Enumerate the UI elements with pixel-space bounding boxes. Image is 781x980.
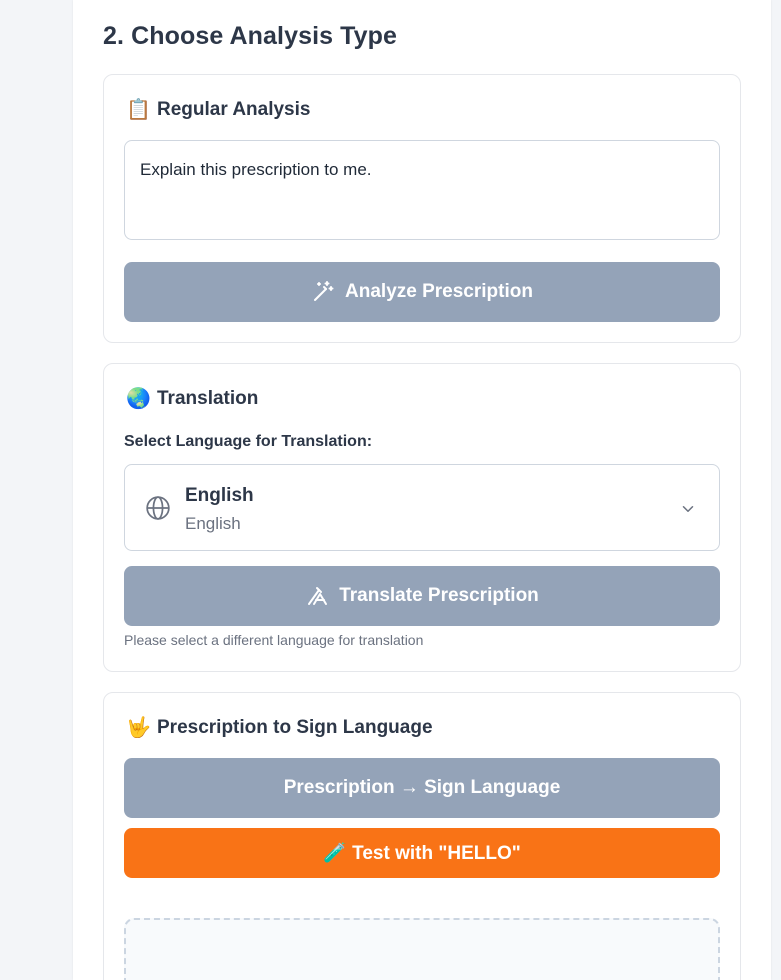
sign-output-area	[124, 918, 720, 980]
question-textarea[interactable]: Explain this prescription to me.	[124, 140, 720, 240]
regular-analysis-header: 📋 Regular Analysis	[126, 99, 310, 121]
translation-card: 🌏 Translation Select Language for Transl…	[103, 363, 741, 672]
selected-language-native: English	[185, 514, 241, 533]
wand-icon	[311, 280, 335, 304]
globe-icon	[145, 495, 171, 526]
translation-hint: Please select a different language for t…	[124, 632, 424, 648]
language-select[interactable]: English English	[124, 464, 720, 551]
clipboard-icon: 📋	[126, 99, 151, 121]
globe-emoji-icon: 🌏	[126, 388, 151, 410]
sign-language-header: 🤟 Prescription to Sign Language	[126, 717, 433, 739]
sign-language-title: Prescription to Sign Language	[157, 717, 433, 738]
sign-language-card: 🤟 Prescription to Sign Language Prescrip…	[103, 692, 741, 980]
regular-analysis-title: Regular Analysis	[157, 99, 311, 120]
analysis-panel: 2. Choose Analysis Type 📋 Regular Analys…	[73, 0, 771, 980]
test-hello-button[interactable]: 🧪 Test with "HELLO"	[124, 828, 720, 878]
regular-analysis-card: 📋 Regular Analysis Explain this prescrip…	[103, 74, 741, 343]
language-select-label: Select Language for Translation:	[124, 433, 373, 450]
sign-language-button[interactable]: Prescription → Sign Language	[124, 758, 720, 818]
translate-prescription-button[interactable]: Translate Prescription	[124, 566, 720, 626]
selected-language: English	[185, 485, 254, 506]
translate-prescription-label: Translate Prescription	[339, 585, 539, 606]
sign-hand-icon: 🤟	[126, 717, 151, 739]
translation-header: 🌏 Translation	[126, 388, 258, 410]
analyze-prescription-button[interactable]: Analyze Prescription	[124, 262, 720, 322]
analyze-prescription-label: Analyze Prescription	[345, 281, 533, 302]
chevron-down-icon	[679, 500, 697, 523]
translation-title: Translation	[157, 388, 259, 409]
section-title: 2. Choose Analysis Type	[103, 22, 398, 50]
translate-icon	[305, 584, 329, 608]
